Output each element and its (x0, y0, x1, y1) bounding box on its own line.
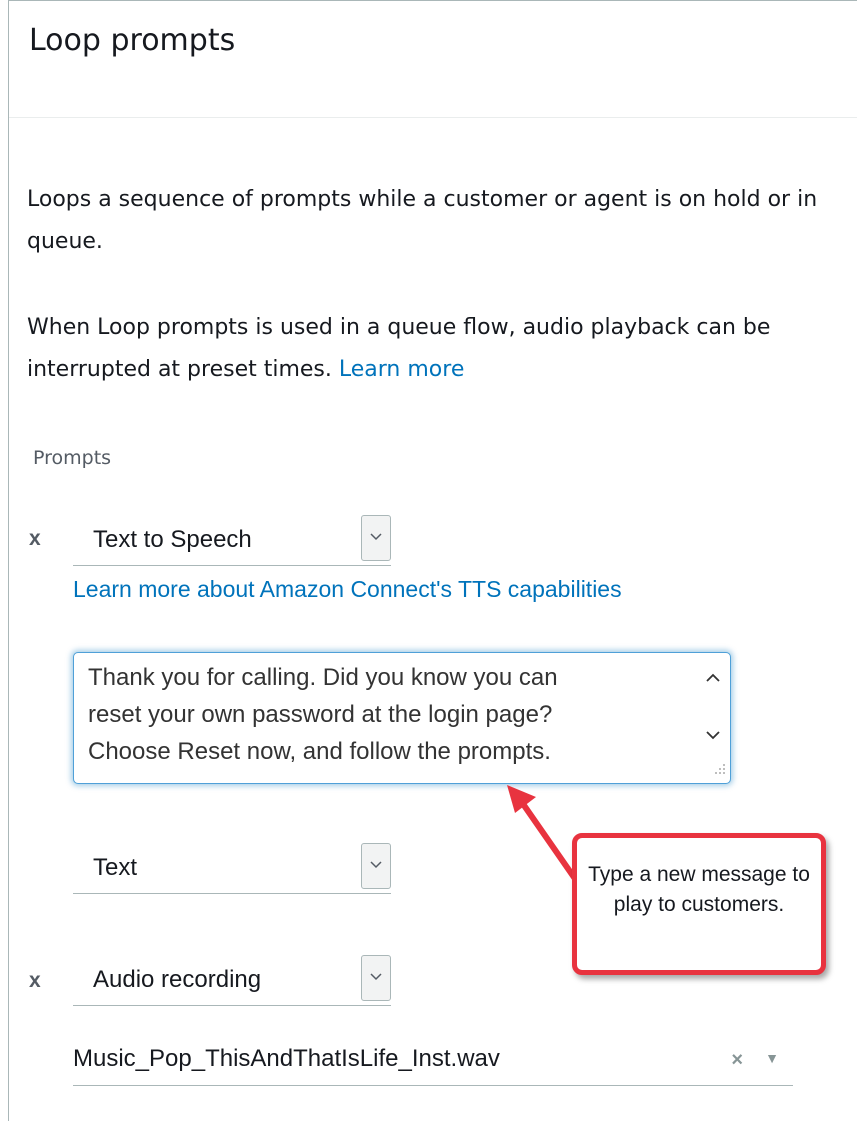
title-divider (9, 117, 857, 118)
prompt-1-type-select[interactable]: Text to Speech (73, 515, 391, 566)
audio-file-select[interactable]: Music_Pop_ThisAndThatIsLife_Inst.wav × ▼ (73, 1037, 793, 1086)
annotation-callout: Type a new message to play to customers. (572, 833, 826, 975)
text-format-select[interactable]: Text (73, 843, 391, 894)
prompt-1-type-value: Text to Speech (93, 526, 252, 553)
resize-grip-icon[interactable] (714, 760, 726, 779)
remove-prompt-2-button[interactable]: x (29, 969, 41, 993)
chevron-down-icon (361, 955, 391, 1001)
learn-more-link[interactable]: Learn more (339, 357, 464, 382)
tts-message-textarea[interactable]: Thank you for calling. Did you know you … (73, 652, 731, 784)
panel-title: Loop prompts (29, 23, 236, 58)
tts-message-text: Thank you for calling. Did you know you … (88, 664, 558, 765)
prompt-2-type-value: Audio recording (93, 966, 262, 993)
block-description: Loops a sequence of prompts while a cust… (27, 187, 818, 254)
text-format-value: Text (93, 854, 138, 881)
prompts-label: Prompts (33, 447, 112, 469)
prompt-2-type-select[interactable]: Audio recording (73, 955, 391, 1006)
queue-note: When Loop prompts is used in a queue flo… (27, 307, 827, 391)
remove-prompt-1-button[interactable]: x (29, 527, 41, 551)
scroll-up-icon[interactable] (706, 667, 720, 686)
audio-file-value: Music_Pop_ThisAndThatIsLife_Inst.wav (73, 1045, 500, 1072)
tts-capabilities-link[interactable]: Learn more about Amazon Connect's TTS ca… (73, 576, 622, 603)
caret-down-icon[interactable]: ▼ (765, 1050, 779, 1066)
callout-text: Type a new message to play to customers. (588, 863, 810, 916)
clear-icon[interactable]: × (731, 1049, 743, 1072)
scroll-down-icon[interactable] (706, 725, 720, 744)
chevron-down-icon (361, 515, 391, 561)
chevron-down-icon (361, 843, 391, 889)
loop-prompts-panel: Loop prompts Loops a sequence of prompts… (8, 0, 857, 1121)
